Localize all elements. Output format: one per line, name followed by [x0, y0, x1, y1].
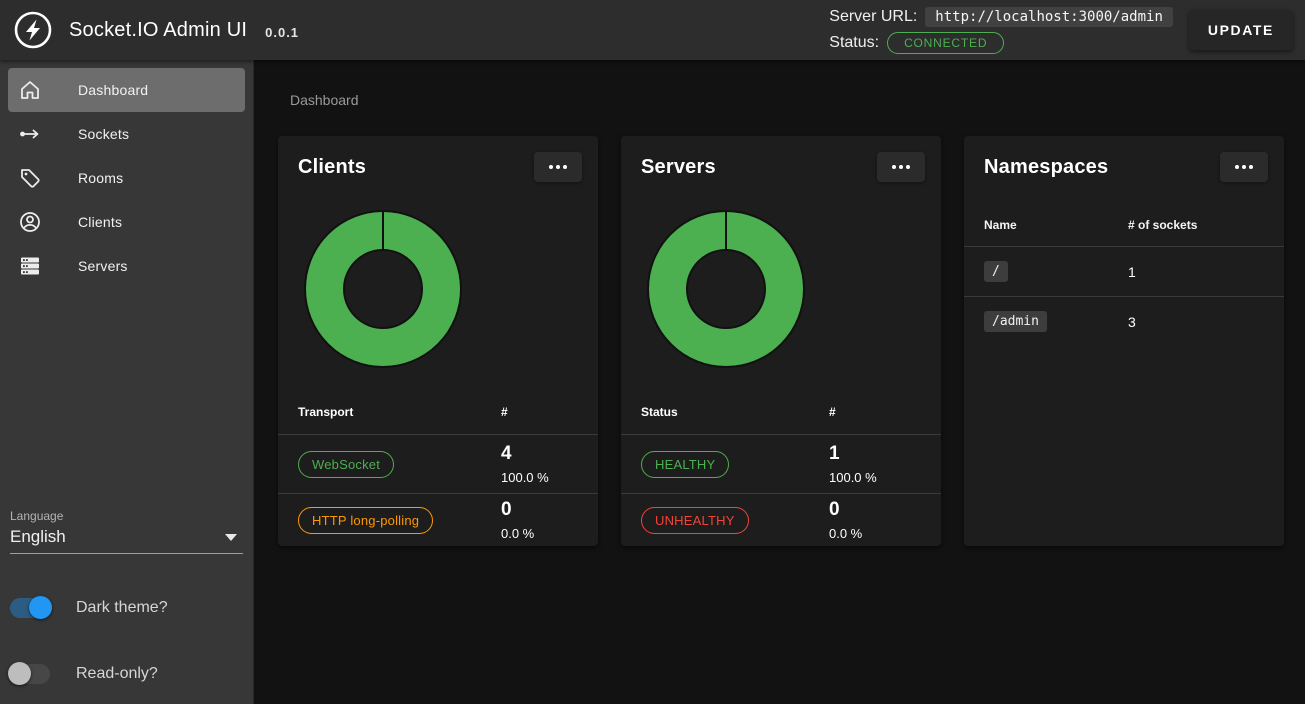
sidebar-item-clients[interactable]: Clients — [8, 200, 245, 244]
column-header: Status — [641, 405, 678, 419]
status-badge: UNHEALTHY — [641, 507, 749, 534]
table-row: /admin 3 — [964, 296, 1284, 346]
column-header: # — [829, 405, 836, 419]
language-select[interactable]: English — [10, 527, 243, 554]
clients-transport-table: Transport # WebSocket 4 100.0 % HTTP lon… — [278, 390, 598, 546]
socketio-bolt-icon — [13, 10, 53, 50]
namespaces-card: Namespaces Name # of sockets / 1 — [964, 136, 1284, 546]
language-label: Language — [10, 509, 243, 523]
account-circle-icon — [18, 210, 42, 234]
socket-arrow-icon — [18, 122, 42, 146]
sidebar-item-label: Sockets — [78, 126, 129, 142]
column-header: # of sockets — [1128, 218, 1197, 232]
sidebar-item-label: Servers — [78, 258, 128, 274]
ellipsis-icon — [892, 165, 896, 169]
percent-value: 0.0 % — [501, 524, 534, 543]
namespaces-card-menu-button[interactable] — [1220, 152, 1268, 182]
count-value: 1 — [829, 442, 877, 465]
servers-status-table: Status # HEALTHY 1 100.0 % UNHEALTHY 0 — [621, 390, 941, 546]
percent-value: 0.0 % — [829, 524, 862, 543]
column-header: # — [501, 405, 508, 419]
server-url-label: Server URL: — [829, 8, 917, 26]
namespaces-card-title: Namespaces — [984, 156, 1108, 179]
language-value: English — [10, 527, 66, 547]
sidebar: Dashboard Sockets — [0, 60, 254, 704]
ellipsis-icon — [1235, 165, 1239, 169]
sidebar-item-label: Clients — [78, 214, 122, 230]
transport-badge: WebSocket — [298, 451, 394, 478]
main-content: Dashboard Clients Tran — [255, 60, 1305, 704]
chevron-down-icon — [225, 534, 237, 541]
app-title: Socket.IO Admin UI — [69, 19, 247, 42]
socket-count-value: 3 — [1128, 314, 1136, 330]
sidebar-item-servers[interactable]: Servers — [8, 244, 245, 288]
servers-donut-chart[interactable] — [646, 209, 806, 369]
column-header: Name — [984, 218, 1017, 232]
transport-badge: HTTP long-polling — [298, 507, 433, 534]
status-badge: HEALTHY — [641, 451, 729, 478]
server-url-value: http://localhost:3000/admin — [925, 7, 1173, 27]
namespace-name-chip: /admin — [984, 311, 1047, 332]
dark-theme-toggle[interactable] — [10, 596, 50, 620]
namespaces-table: Name # of sockets / 1 /admin 3 — [964, 204, 1284, 346]
clients-donut-chart[interactable] — [303, 209, 463, 369]
clients-card-menu-button[interactable] — [534, 152, 582, 182]
socketio-admin-ui: Socket.IO Admin UI 0.0.1 Server URL: htt… — [0, 0, 1305, 704]
clients-card: Clients Transport # — [278, 136, 598, 546]
namespace-name-chip: / — [984, 261, 1008, 282]
sidebar-item-dashboard[interactable]: Dashboard — [8, 68, 245, 112]
home-icon — [18, 78, 42, 102]
sidebar-item-rooms[interactable]: Rooms — [8, 156, 245, 200]
column-header: Transport — [298, 405, 353, 419]
sidebar-item-label: Dashboard — [78, 82, 148, 98]
breadcrumb: Dashboard — [290, 92, 1305, 108]
sidebar-item-sockets[interactable]: Sockets — [8, 112, 245, 156]
table-row: WebSocket 4 100.0 % — [278, 434, 598, 493]
table-row: UNHEALTHY 0 0.0 % — [621, 493, 941, 546]
servers-card-title: Servers — [641, 156, 716, 179]
dark-theme-label: Dark theme? — [76, 599, 168, 617]
update-button[interactable]: UPDATE — [1189, 10, 1293, 50]
status-badge: CONNECTED — [887, 32, 1004, 54]
percent-value: 100.0 % — [501, 468, 549, 487]
sidebar-item-label: Rooms — [78, 170, 123, 186]
app-version: 0.0.1 — [265, 25, 299, 40]
table-row: HTTP long-polling 0 0.0 % — [278, 493, 598, 546]
ellipsis-icon — [549, 165, 553, 169]
read-only-label: Read-only? — [76, 665, 158, 683]
tag-icon — [18, 166, 42, 190]
servers-card: Servers Status # — [621, 136, 941, 546]
table-row: / 1 — [964, 246, 1284, 296]
status-label: Status: — [829, 34, 879, 52]
table-row: HEALTHY 1 100.0 % — [621, 434, 941, 493]
count-value: 0 — [501, 498, 534, 521]
app-header: Socket.IO Admin UI 0.0.1 Server URL: htt… — [0, 0, 1305, 60]
count-value: 4 — [501, 442, 549, 465]
servers-card-menu-button[interactable] — [877, 152, 925, 182]
percent-value: 100.0 % — [829, 468, 877, 487]
socket-count-value: 1 — [1128, 264, 1136, 280]
count-value: 0 — [829, 498, 862, 521]
read-only-toggle[interactable] — [10, 662, 50, 686]
clients-card-title: Clients — [298, 156, 366, 179]
server-stack-icon — [18, 254, 42, 278]
